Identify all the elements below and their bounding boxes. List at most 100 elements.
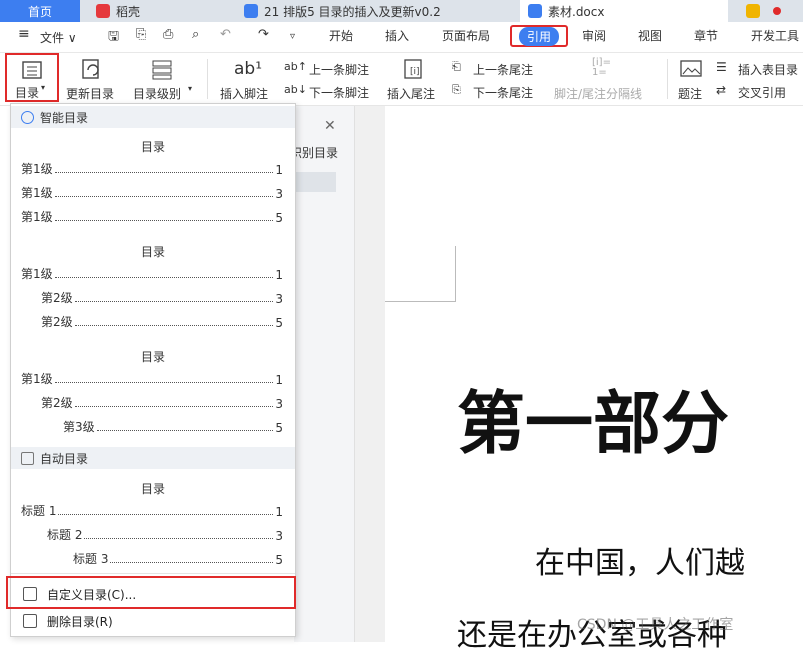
close-icon[interactable]: ✕ [324, 118, 336, 134]
smart-toc-section-header: 智能目录 [11, 106, 295, 128]
export-icon[interactable]: ⎘ [136, 27, 146, 42]
image-icon [680, 60, 702, 77]
prev-endnote-label: 上一条尾注 [473, 63, 534, 77]
next-endnote-button[interactable]: ⎘ 下一条尾注 [452, 83, 548, 101]
toc-preset-1[interactable]: 目录 第1级 1 第1级 3 第1级 5 [11, 130, 295, 230]
delete-toc-menu-item[interactable]: 删除目录(R) [11, 609, 295, 633]
toc-preset-row: 第1级 5 [21, 210, 283, 225]
document-page[interactable]: 第一部分 在中国，人们越 还是在办公室或各种 CSDN @工具人之工作室 [385, 106, 803, 653]
smart-toc-icon [21, 110, 34, 124]
auto-toc-icon [21, 451, 34, 465]
auto-toc-section-header: 自动目录 [11, 447, 295, 469]
prev-endnote-button[interactable]: ⎗ 上一条尾注 [452, 60, 548, 78]
insert-table-toc-label: 插入表目录 [738, 63, 799, 77]
cross-ref-icon: ⇄ [716, 83, 727, 97]
document-paragraph: 在中国，人们越 [535, 546, 745, 581]
print-preview-icon[interactable]: ⌕ [192, 27, 199, 42]
tab-toc-doc[interactable]: 21 排版5 目录的插入及更新v0.2 [236, 0, 514, 22]
tab-page-layout[interactable]: 页面布局 [442, 27, 490, 44]
insert-footnote-label: 插入脚注 [220, 87, 269, 101]
prev-footnote-button[interactable]: ab↑ 上一条脚注 [284, 60, 380, 78]
toc-preset-title: 目录 [140, 482, 165, 496]
print-icon[interactable]: ⎙ [163, 27, 173, 42]
tab-chapter[interactable]: 章节 [694, 27, 718, 44]
identify-toc-button[interactable]: 识别目录 [290, 144, 338, 161]
toc-preset-row: 标题 23 [47, 528, 283, 543]
undo-icon[interactable]: ↶ [220, 27, 231, 42]
toc-icon [22, 61, 42, 79]
tab-material-doc[interactable]: 素材.docx [520, 0, 728, 22]
insert-table-toc-button[interactable]: ☰ 插入表目录 [716, 60, 803, 78]
next-endnote-label: 下一条尾注 [473, 86, 534, 100]
word-doc-icon [244, 4, 258, 18]
separator-label: 脚注/尾注分隔线 [554, 87, 643, 101]
separator-icon: [i]= 1= [592, 57, 611, 78]
word-doc-icon [528, 4, 542, 18]
tab-material-doc-label: 素材.docx [548, 4, 605, 19]
tab-daoke[interactable]: 稻壳 [86, 0, 246, 22]
document-heading: 第一部分 [457, 384, 730, 464]
tab-developer[interactable]: 开发工具 [751, 27, 799, 44]
toc-preset-row: 第2级 5 [41, 315, 283, 330]
toc-preset-row: 第2级 3 [41, 291, 283, 306]
cross-ref-button[interactable]: ⇄ 交叉引用 [716, 83, 803, 101]
next-footnote-button[interactable]: ab↓ 下一条脚注 [284, 83, 380, 101]
menu-bar: ≡ 文件 ∨ 🖫 ⎘ ⎙ ⌕ ↶ ↷ ▿ 开始 插入 页面布局 引用 审阅 视图… [0, 22, 803, 53]
toc-auto-preset[interactable]: 目录 标题 11 标题 23 标题 35 [11, 472, 295, 572]
tab-insert[interactable]: 插入 [385, 27, 409, 44]
update-toc-button[interactable]: 更新目录 [64, 53, 120, 103]
caption-button[interactable]: 题注 [674, 53, 708, 103]
toc-preset-row: 第1级 1 [21, 267, 283, 282]
ribbon-references: 目录 ▾ 更新目录 目录级别 ▾ ab¹ 插入脚注 ab↑ 上一条脚注 ab↓ … [0, 53, 803, 106]
prev-footnote-label: 上一条脚注 [309, 63, 370, 77]
tab-review[interactable]: 审阅 [582, 27, 606, 44]
next-footnote-label: 下一条脚注 [309, 86, 370, 100]
toc-preset-row: 第2级 3 [41, 396, 283, 411]
redo-icon[interactable]: ↷ [258, 27, 269, 42]
toc-level-button[interactable]: 目录级别 ▾ [130, 53, 196, 103]
toc-preset-title: 目录 [140, 350, 165, 364]
insert-footnote-button[interactable]: ab¹ 插入脚注 [216, 53, 278, 103]
cross-ref-label: 交叉引用 [738, 86, 787, 100]
insert-endnote-button[interactable]: [i] 插入尾注 [384, 53, 444, 103]
tab-home[interactable]: 首页 [0, 0, 80, 22]
toc-preset-3[interactable]: 目录 第1级 1 第2级 3 第3级 5 [11, 340, 295, 440]
smart-toc-label: 智能目录 [40, 110, 89, 125]
table-toc-icon: ☰ [716, 60, 727, 74]
svg-text:[i]: [i] [410, 67, 420, 77]
toc-button[interactable]: 目录 ▾ [5, 53, 59, 102]
hamburger-icon[interactable]: ≡ [18, 26, 30, 42]
prev-endnote-icon: ⎗ [452, 60, 461, 73]
toc-level-label: 目录级别 [133, 87, 182, 101]
window-tab-bar: 首页 稻壳 21 排版5 目录的插入及更新v0.2 素材.docx [0, 0, 803, 22]
toc-preset-2[interactable]: 目录 第1级 1 第2级 3 第2级 5 [11, 235, 295, 335]
tab-daoke-label: 稻壳 [116, 4, 141, 19]
separator-button[interactable]: [i]= 1= 脚注/尾注分隔线 [552, 53, 658, 103]
daoke-icon [96, 4, 110, 18]
account-icon[interactable] [746, 4, 760, 18]
delete-toc-icon [23, 614, 37, 628]
toc-dropdown-menu: 智能目录 目录 第1级 1 第1级 3 第1级 5 目录 第1级 1 第2级 3 第2级 5… [6, 103, 296, 637]
insert-endnote-label: 插入尾注 [387, 87, 436, 101]
refresh-doc-icon [82, 59, 99, 79]
toc-button-label: 目录 [15, 86, 40, 100]
custom-toc-highlight [6, 576, 296, 609]
chevron-down-icon: ▾ [188, 84, 193, 93]
toc-preset-row: 标题 35 [73, 552, 283, 567]
nav-selected-row [294, 172, 336, 192]
caption-label: 题注 [678, 87, 703, 101]
chevron-down-icon: ▾ [41, 83, 46, 92]
ribbon-divider [667, 59, 668, 99]
file-menu[interactable]: 文件 ∨ [40, 29, 77, 46]
quick-access-dropdown-icon[interactable]: ▿ [290, 31, 295, 42]
page-corner-mark [385, 301, 455, 302]
watermark: CSDN @工具人之工作室 [577, 617, 734, 633]
endnote-icon: [i] [404, 59, 422, 79]
delete-toc-label: 删除目录(R) [47, 614, 113, 629]
save-icon[interactable]: 🖫 [108, 27, 119, 49]
tab-references[interactable]: 引用 [510, 25, 568, 47]
tab-toc-doc-label: 21 排版5 目录的插入及更新v0.2 [264, 4, 441, 19]
footnote-icon: ab¹ [234, 59, 263, 79]
tab-view[interactable]: 视图 [638, 27, 662, 44]
tab-start[interactable]: 开始 [329, 27, 353, 44]
